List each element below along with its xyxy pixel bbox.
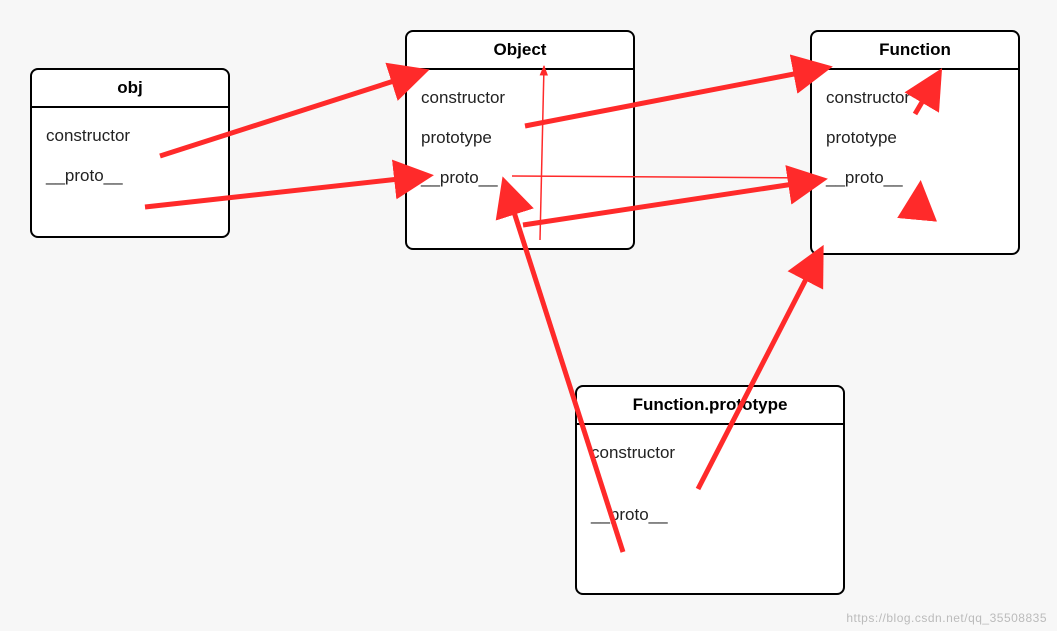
function-prototype: prototype [826,122,1004,162]
box-function-body: constructor prototype __proto__ [812,70,1018,220]
object-proto: __proto__ [421,162,619,202]
box-obj-body: constructor __proto__ [32,108,228,218]
object-prototype: prototype [421,122,619,162]
object-constructor: constructor [421,82,619,122]
box-obj-title: obj [32,70,228,108]
box-obj: obj constructor __proto__ [30,68,230,238]
watermark: https://blog.csdn.net/qq_35508835 [846,611,1047,625]
box-function: Function constructor prototype __proto__ [810,30,1020,255]
function-proto: __proto__ [826,162,1004,202]
box-object-body: constructor prototype __proto__ [407,70,633,220]
box-funcproto-title: Function.prototype [577,387,843,425]
funcproto-proto: __proto__ [591,477,829,539]
function-constructor: constructor [826,82,1004,122]
funcproto-constructor: constructor [591,437,829,477]
box-object: Object constructor prototype __proto__ [405,30,635,250]
obj-proto: __proto__ [46,160,214,200]
obj-constructor: constructor [46,120,214,160]
box-function-title: Function [812,32,1018,70]
box-object-title: Object [407,32,633,70]
box-funcproto: Function.prototype constructor __proto__ [575,385,845,595]
box-funcproto-body: constructor __proto__ [577,425,843,557]
